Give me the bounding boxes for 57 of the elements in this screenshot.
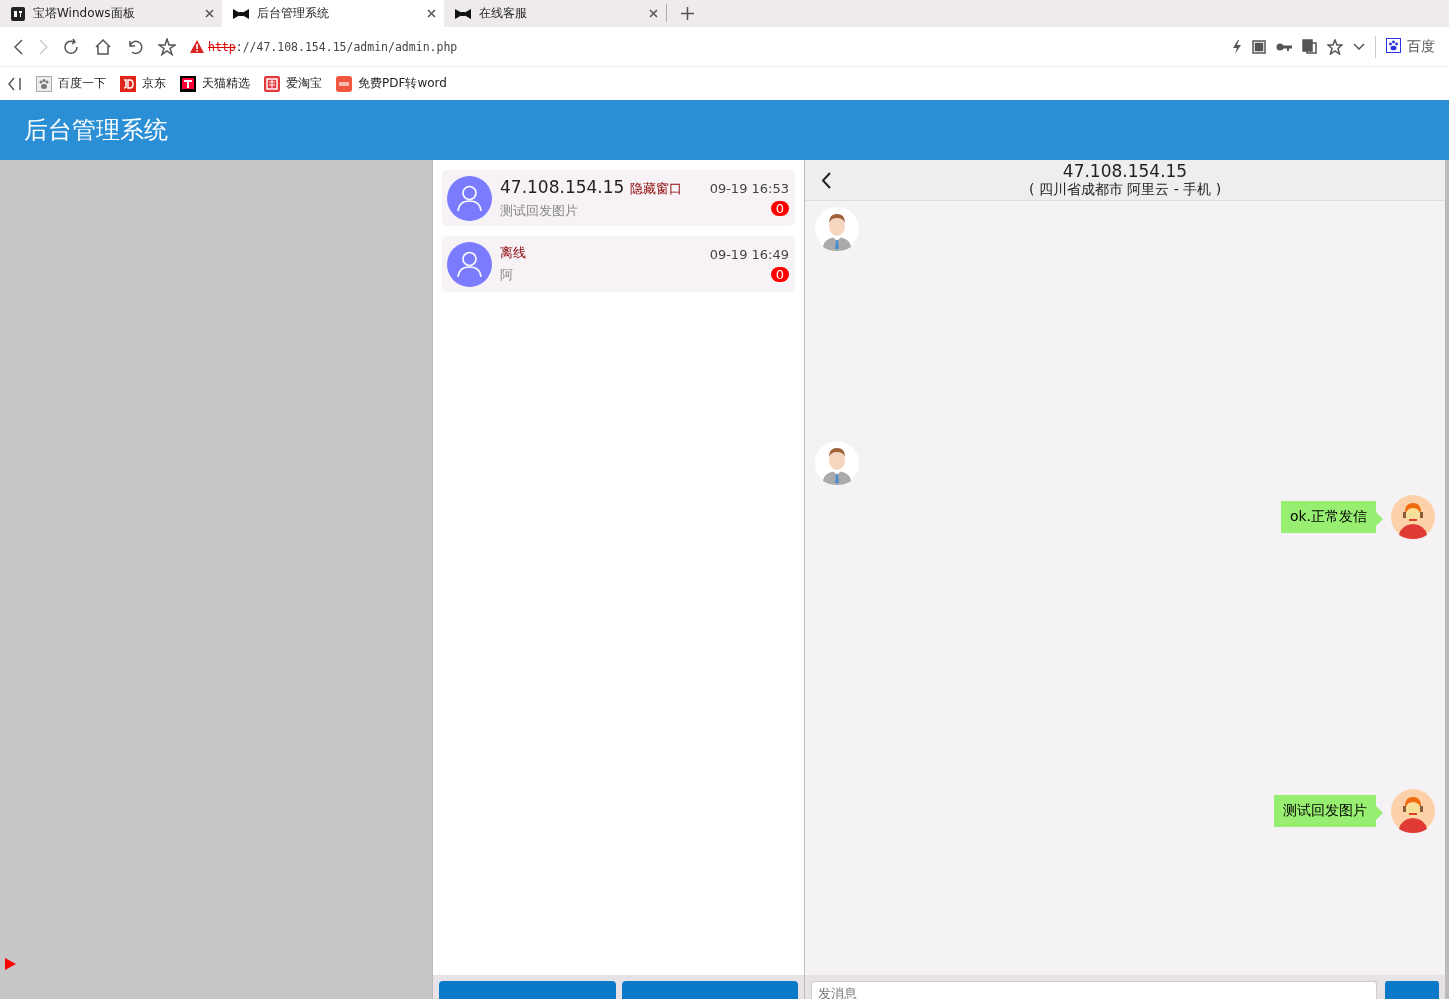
message-bubble: ok.正常发信 <box>1280 501 1383 533</box>
bookmark[interactable]: 百度一下 <box>36 75 106 92</box>
star-icon[interactable] <box>1327 38 1343 55</box>
session-tag[interactable]: 离线 <box>500 244 526 262</box>
bookmark[interactable]: 免费PDF转word <box>336 75 447 92</box>
back-icon[interactable] <box>14 38 24 55</box>
bookmark[interactable]: 天猫精选 <box>180 75 250 92</box>
chat-subtitle: ( 四川省成都市 阿里云 - 手机 ) <box>1028 180 1222 198</box>
key-icon[interactable] <box>1276 42 1292 51</box>
session-name: 47.108.154.15 <box>500 176 625 197</box>
customer-avatar-icon <box>815 441 859 485</box>
pdf-icon <box>336 75 352 92</box>
user-avatar-icon <box>447 175 492 221</box>
bookmark[interactable]: 京东 <box>120 75 166 92</box>
reload-icon[interactable] <box>62 37 80 56</box>
session-item[interactable]: 离线 阿 09-19 16:49 0 <box>442 236 795 292</box>
unread-badge: 0 <box>770 200 789 216</box>
bowtie-icon <box>455 8 471 19</box>
message-preview: 阿 <box>500 266 514 284</box>
chevron-down-icon[interactable] <box>1353 43 1365 50</box>
address-field[interactable]: http://47.108.154.15/admin/admin.php <box>208 39 458 54</box>
tmall-logo-icon <box>180 75 196 92</box>
bookmark[interactable]: 爱淘宝 <box>264 75 322 92</box>
warning-icon <box>190 40 204 53</box>
taobao-logo-icon <box>264 75 280 92</box>
session-tag[interactable]: 隐藏窗口 <box>630 179 683 198</box>
bt-logo-icon <box>11 6 25 21</box>
new-tab-icon[interactable] <box>681 6 694 20</box>
session-item[interactable]: 47.108.154.15 隐藏窗口 测试回发图片 09-19 16:53 0 <box>442 170 795 226</box>
agent-avatar-icon <box>1391 789 1435 833</box>
agent-avatar-icon <box>1391 495 1435 539</box>
message-bubble: 测试回发图片 <box>1274 795 1383 827</box>
search-engine-button[interactable]: 百度 <box>1386 37 1435 56</box>
close-icon[interactable] <box>649 9 658 18</box>
sidebar-toggle-icon[interactable] <box>8 76 22 91</box>
session-time: 09-19 16:49 <box>709 246 789 262</box>
chat-title: 47.108.154.15 <box>1062 162 1188 180</box>
user-avatar-icon <box>447 241 492 287</box>
home-icon[interactable] <box>94 37 112 56</box>
session-time: 09-19 16:53 <box>709 180 789 196</box>
lightning-icon[interactable] <box>1232 39 1242 54</box>
customer-avatar-icon <box>815 207 859 251</box>
message-input[interactable]: 发消息 <box>811 981 1377 999</box>
jd-logo-icon <box>120 75 136 92</box>
bowtie-icon <box>233 8 249 19</box>
paw-icon <box>1386 37 1401 53</box>
app-title: 后台管理系统 <box>24 115 168 146</box>
paw-icon <box>36 75 52 92</box>
close-icon[interactable] <box>427 9 436 18</box>
close-icon[interactable] <box>205 9 214 18</box>
back-icon[interactable] <box>821 172 831 189</box>
unread-badge: 0 <box>770 266 789 282</box>
browser-tab[interactable]: 后台管理系统 <box>222 0 444 27</box>
browser-tab[interactable]: 宝塔Windows面板 <box>0 0 222 27</box>
star-icon[interactable] <box>158 37 176 56</box>
browser-tab[interactable]: 在线客服 <box>444 0 666 27</box>
message-preview: 测试回发图片 <box>500 201 579 220</box>
